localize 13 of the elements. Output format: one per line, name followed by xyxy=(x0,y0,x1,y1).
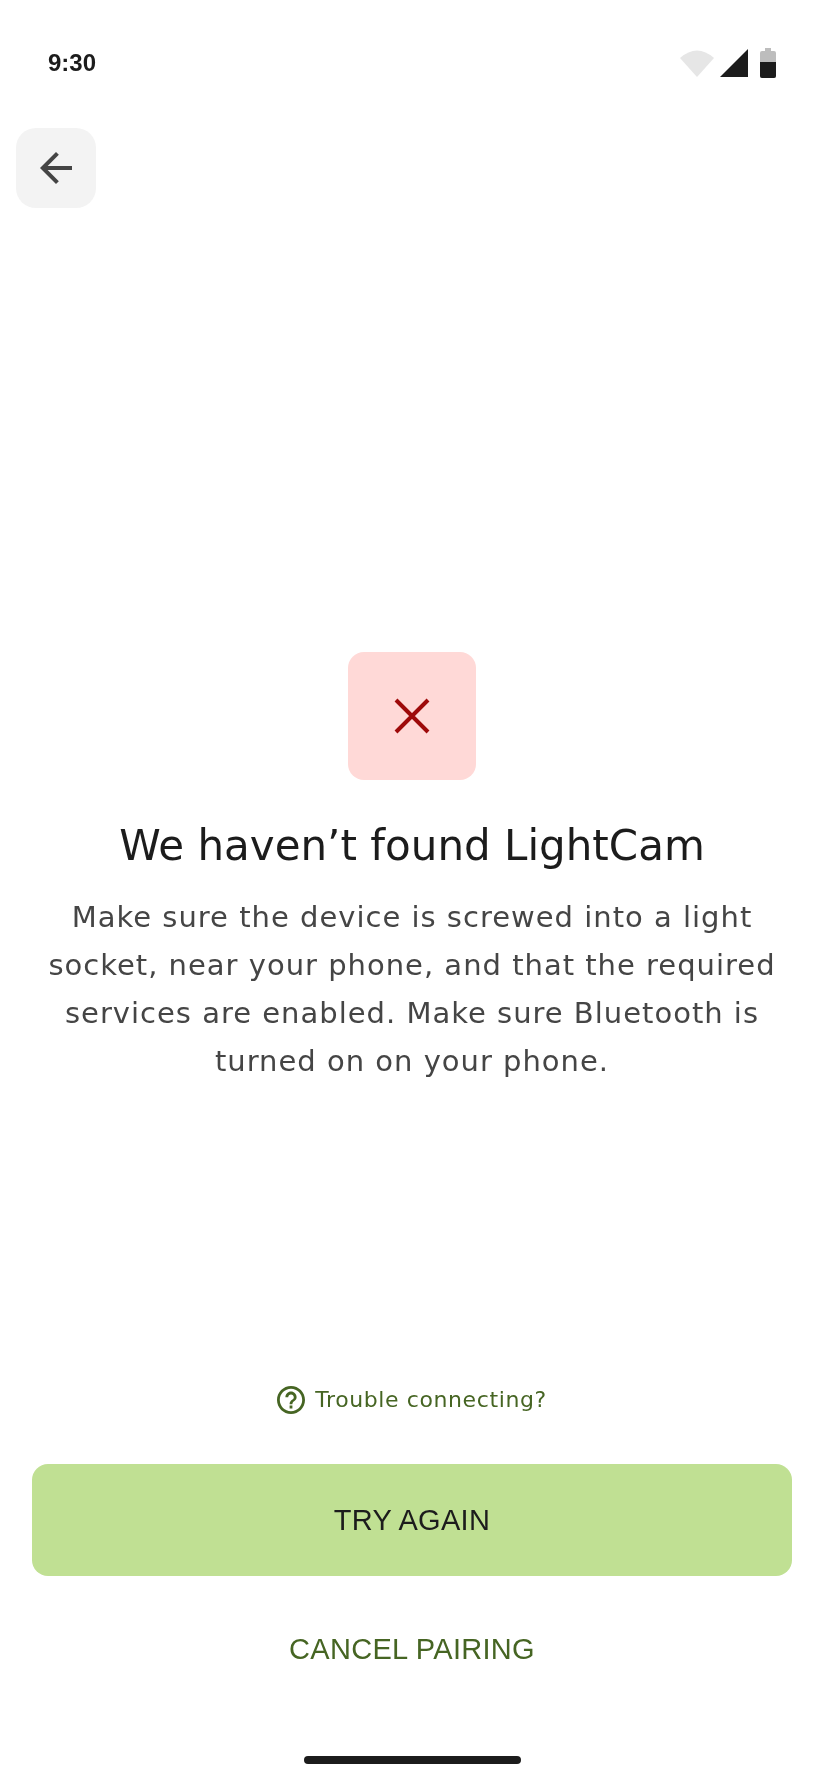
try-again-button[interactable]: TRY AGAIN xyxy=(32,1464,792,1576)
close-icon xyxy=(394,698,430,734)
signal-icon xyxy=(720,49,748,77)
error-message: Make sure the device is screwed into a light socket, near your phone, and that the required services are enabled. Make sure Bluetooth is turned on on your phone. xyxy=(47,899,777,1080)
wifi-icon xyxy=(680,49,714,77)
back-arrow-icon xyxy=(40,152,72,184)
trouble-connecting-link[interactable]: Trouble connecting? xyxy=(277,1384,547,1416)
battery-icon xyxy=(760,48,776,78)
back-button[interactable] xyxy=(16,128,96,208)
status-time: 9:30 xyxy=(48,49,97,77)
error-title: We haven’t found LightCam xyxy=(118,820,706,872)
cancel-pairing-button[interactable]: CANCEL PAIRING xyxy=(273,1613,551,1685)
help-icon xyxy=(277,1386,306,1414)
